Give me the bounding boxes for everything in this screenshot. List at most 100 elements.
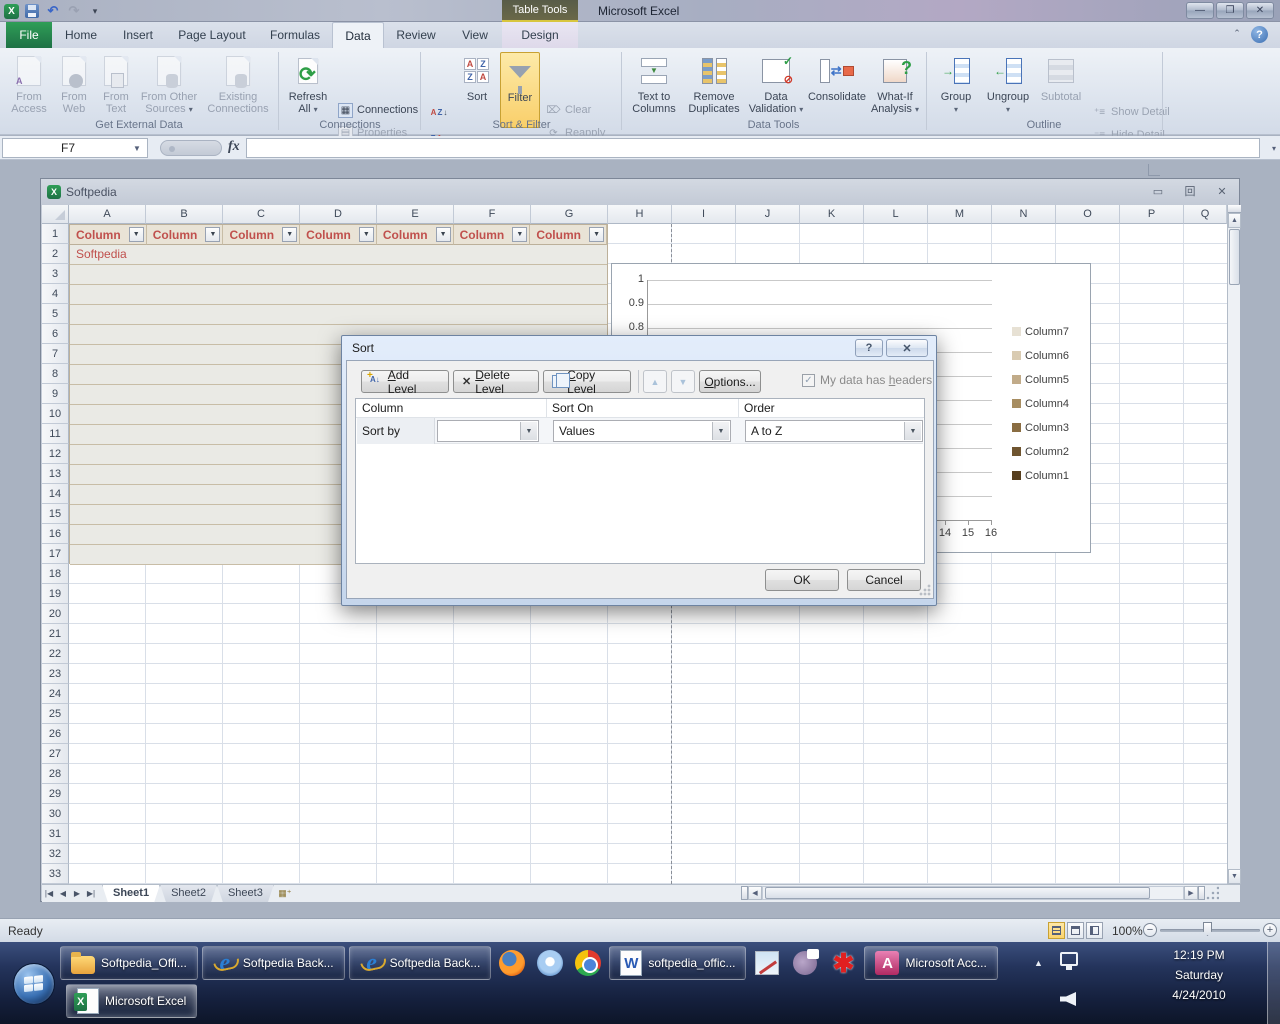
tab-split-handle[interactable]: [1198, 886, 1205, 900]
name-box-dropdown-icon[interactable]: ▼: [133, 144, 147, 153]
save-icon[interactable]: [24, 3, 40, 19]
row-header-25[interactable]: 25: [42, 704, 69, 724]
sheet-tab-sheet1[interactable]: Sheet1: [102, 885, 160, 903]
delete-level-button[interactable]: ✕ Delete Level: [453, 370, 539, 393]
taskbar-icon-chromium[interactable]: [533, 946, 567, 980]
copy-level-button[interactable]: Copy Level: [543, 370, 631, 393]
column-header-Q[interactable]: Q: [1184, 205, 1227, 224]
row-header-23[interactable]: 23: [42, 664, 69, 684]
scroll-up-icon[interactable]: ▲: [1228, 213, 1241, 228]
scroll-right-icon[interactable]: ▶: [1184, 886, 1198, 900]
tab-review[interactable]: Review: [384, 22, 448, 48]
insert-worksheet-icon[interactable]: ▦⁺: [274, 886, 296, 902]
window-resize-grip[interactable]: [1205, 885, 1219, 901]
row-header-31[interactable]: 31: [42, 824, 69, 844]
row-header-1[interactable]: 1: [42, 224, 69, 244]
tab-data[interactable]: Data: [332, 22, 384, 48]
row-header-21[interactable]: 21: [42, 624, 69, 644]
row-header-16[interactable]: 16: [42, 524, 69, 544]
filter-dropdown-icon[interactable]: ▼: [589, 227, 604, 242]
zoom-in-icon[interactable]: +: [1263, 923, 1277, 937]
customize-qat-icon[interactable]: ▾: [87, 3, 103, 19]
previous-sheet-icon[interactable]: ◀: [56, 886, 70, 902]
sort-column-dropdown[interactable]: ▼: [437, 420, 539, 442]
page-layout-view-button[interactable]: [1067, 922, 1084, 939]
row-header-10[interactable]: 10: [42, 404, 69, 424]
row-header-14[interactable]: 14: [42, 484, 69, 504]
dialog-help-icon[interactable]: ?: [855, 339, 883, 357]
table-row[interactable]: Softpedia: [70, 245, 607, 265]
row-header-5[interactable]: 5: [42, 304, 69, 324]
page-break-view-button[interactable]: [1086, 922, 1103, 939]
row-header-6[interactable]: 6: [42, 324, 69, 344]
row-header-15[interactable]: 15: [42, 504, 69, 524]
sort-on-dropdown[interactable]: Values ▼: [553, 420, 731, 442]
minimize-ribbon-icon[interactable]: ⌃: [1230, 28, 1244, 42]
dropdown-arrow-icon[interactable]: ▼: [712, 422, 729, 440]
row-header-17[interactable]: 17: [42, 544, 69, 564]
workbook-close-button[interactable]: ✕: [1213, 184, 1231, 198]
row-header-30[interactable]: 30: [42, 804, 69, 824]
filter-dropdown-icon[interactable]: ▼: [205, 227, 220, 242]
formula-input[interactable]: [246, 138, 1260, 158]
tab-insert[interactable]: Insert: [110, 22, 166, 48]
taskbar-button-ie[interactable]: eSoftpedia Back...: [202, 946, 345, 980]
sort-dialog-title[interactable]: Sort: [346, 336, 932, 360]
add-level-button[interactable]: Add Level: [361, 370, 449, 393]
tab-design[interactable]: Design: [502, 22, 578, 48]
dropdown-arrow-icon[interactable]: ▼: [520, 422, 537, 440]
taskbar-icon-red-creature[interactable]: ✱: [826, 946, 860, 980]
next-sheet-icon[interactable]: ▶: [70, 886, 84, 902]
show-hidden-icons-icon[interactable]: ▲: [1034, 958, 1043, 968]
insert-function-icon[interactable]: fx: [228, 139, 240, 155]
dialog-close-icon[interactable]: ✕: [886, 339, 928, 357]
column-header-H[interactable]: H: [608, 205, 672, 224]
sort-button[interactable]: AZZA Sort: [456, 52, 498, 128]
row-header-24[interactable]: 24: [42, 684, 69, 704]
sheet-tab-sheet2[interactable]: Sheet2: [160, 885, 217, 903]
horizontal-scroll-track[interactable]: [762, 886, 1184, 900]
select-all-corner[interactable]: [42, 205, 69, 224]
normal-view-button[interactable]: [1048, 922, 1065, 939]
column-header-O[interactable]: O: [1056, 205, 1120, 224]
column-header-I[interactable]: I: [672, 205, 736, 224]
row-header-19[interactable]: 19: [42, 584, 69, 604]
column-header-L[interactable]: L: [864, 205, 928, 224]
ungroup-button[interactable]: ← Ungroup▾: [982, 52, 1034, 128]
excel-app-icon[interactable]: X: [4, 4, 19, 19]
row-header-20[interactable]: 20: [42, 604, 69, 624]
horizontal-scrollbar[interactable]: ◀ ▶: [741, 885, 1219, 901]
options-button[interactable]: Options...: [699, 370, 761, 393]
row-header-11[interactable]: 11: [42, 424, 69, 444]
restore-button[interactable]: ❐: [1216, 2, 1244, 19]
tab-home[interactable]: Home: [52, 22, 110, 48]
taskbar-icon-chrome[interactable]: [571, 946, 605, 980]
order-dropdown[interactable]: A to Z ▼: [745, 420, 923, 442]
column-header-J[interactable]: J: [736, 205, 800, 224]
row-header-3[interactable]: 3: [42, 264, 69, 284]
column-header-G[interactable]: G: [531, 205, 608, 224]
filter-button[interactable]: Filter: [500, 52, 540, 128]
taskbar-button-excel[interactable]: Microsoft Excel: [66, 984, 197, 1018]
taskbar-button-ie[interactable]: eSoftpedia Back...: [349, 946, 492, 980]
row-header-22[interactable]: 22: [42, 644, 69, 664]
scroll-left-icon[interactable]: ◀: [748, 886, 762, 900]
column-header-D[interactable]: D: [300, 205, 377, 224]
column-header-E[interactable]: E: [377, 205, 454, 224]
refresh-all-button[interactable]: ⟳ Refresh All ▾: [284, 52, 332, 128]
help-icon[interactable]: ?: [1251, 26, 1268, 43]
row-header-27[interactable]: 27: [42, 744, 69, 764]
row-header-29[interactable]: 29: [42, 784, 69, 804]
data-validation-button[interactable]: ✓ ⊘ Data Validation ▾: [748, 52, 804, 128]
last-sheet-icon[interactable]: ▶|: [84, 886, 98, 902]
zoom-out-icon[interactable]: −: [1143, 923, 1157, 937]
tab-view[interactable]: View: [448, 22, 502, 48]
workbook-minimize-button[interactable]: ▭: [1149, 184, 1167, 198]
tab-file[interactable]: File: [6, 22, 52, 48]
column-header-M[interactable]: M: [928, 205, 992, 224]
row-header-32[interactable]: 32: [42, 844, 69, 864]
column-header-B[interactable]: B: [146, 205, 223, 224]
filter-dropdown-icon[interactable]: ▼: [512, 227, 527, 242]
start-button[interactable]: [13, 963, 55, 1005]
cancel-button[interactable]: Cancel: [847, 569, 921, 591]
